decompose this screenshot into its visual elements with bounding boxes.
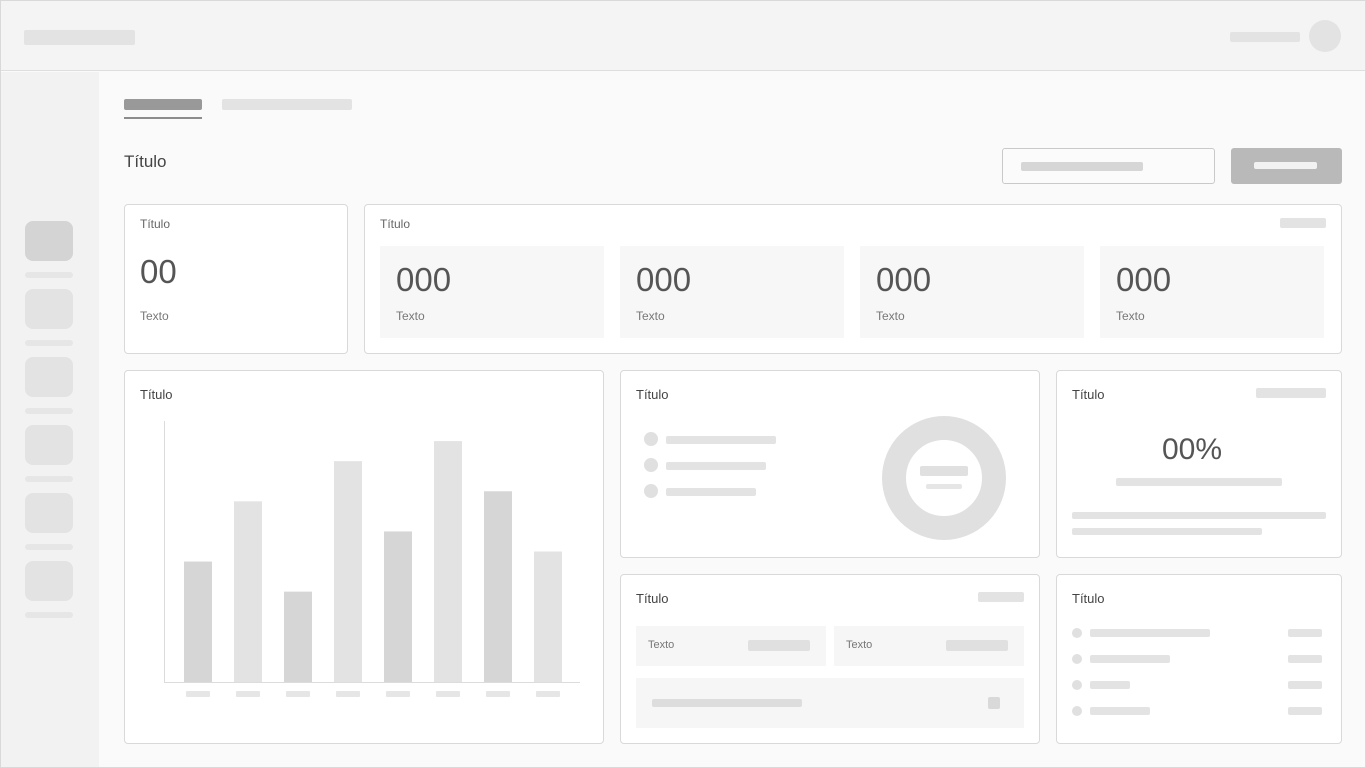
x-tick-label-4: [336, 691, 360, 697]
bar-1[interactable]: [184, 561, 212, 682]
sidebar-item-3-label: [25, 408, 73, 414]
legend-item-1-dot: [644, 432, 658, 446]
stat-tile-3-label: Texto: [876, 309, 905, 323]
search-input[interactable]: [1002, 148, 1215, 184]
x-tick-label-2: [236, 691, 260, 697]
list-item-4-label[interactable]: [1090, 707, 1150, 715]
x-tick-label-8: [536, 691, 560, 697]
search-placeholder: [1021, 162, 1143, 171]
percent-desc-line-1: [1072, 512, 1326, 519]
stat-tile-4-label: Texto: [1116, 309, 1145, 323]
sidebar-item-2-label: [25, 340, 73, 346]
sidebar-item-4-label: [25, 476, 73, 482]
tab-2-label-placeholder: [222, 99, 352, 110]
list-item-3-dot: [1072, 680, 1082, 690]
legend-item-1-label: [666, 436, 776, 444]
bar-2[interactable]: [234, 501, 262, 682]
legend-item-2-label: [666, 462, 766, 470]
avatar[interactable]: [1309, 20, 1341, 52]
list-item-3-label[interactable]: [1090, 681, 1130, 689]
stat-tile-4-value: 000: [1116, 261, 1172, 298]
sidebar-item-6-label: [25, 612, 73, 618]
x-tick-label-5: [386, 691, 410, 697]
detail-row-checkbox-icon[interactable]: [988, 697, 1000, 709]
percent-card-title: Título: [1072, 387, 1105, 402]
detail-field-2-label: Texto: [846, 639, 873, 651]
stat-tile-1-label: Texto: [396, 309, 425, 323]
stats-card-title: Título: [380, 217, 411, 231]
stat-tile-1-value: 000: [396, 261, 452, 298]
summary-card-label: Texto: [140, 309, 169, 323]
donut-center-value-placeholder: [920, 466, 968, 476]
percent-desc-line-2: [1072, 528, 1262, 535]
bar-3[interactable]: [284, 591, 312, 682]
detail-field-1-value-placeholder: [748, 640, 810, 651]
list-item-2-value: [1288, 655, 1322, 663]
summary-card-title: Título: [140, 217, 171, 231]
sidebar-item-2[interactable]: [25, 289, 73, 329]
sidebar-item-6[interactable]: [25, 561, 73, 601]
sidebar-item-4[interactable]: [25, 425, 73, 465]
donut-chart: [882, 416, 1006, 540]
page-title: Título: [124, 152, 167, 171]
x-tick-label-6: [436, 691, 460, 697]
sidebar: [1, 72, 99, 767]
sidebar-item-3[interactable]: [25, 357, 73, 397]
stat-tile-3-value: 000: [876, 261, 932, 298]
bar-8[interactable]: [534, 551, 562, 683]
bar-5[interactable]: [384, 531, 412, 682]
list-item-1-dot: [1072, 628, 1082, 638]
x-tick-label-7: [486, 691, 510, 697]
list-card-title: Título: [1072, 591, 1105, 606]
legend-item-3-label: [666, 488, 756, 496]
list-item-3-value: [1288, 681, 1322, 689]
list-item-4-dot: [1072, 706, 1082, 716]
detail-field-1-label: Texto: [648, 639, 675, 651]
tab-1-label-placeholder: [124, 99, 202, 110]
sidebar-item-1-label: [25, 272, 73, 278]
percent-card-action-placeholder[interactable]: [1256, 388, 1326, 398]
summary-card-value: 00: [140, 253, 177, 290]
stat-tile-2-value: 000: [636, 261, 692, 298]
app-logo-placeholder[interactable]: [24, 30, 135, 45]
stats-card-action-placeholder[interactable]: [1280, 218, 1326, 228]
donut-ring: [882, 416, 1006, 540]
legend-item-3-dot: [644, 484, 658, 498]
bar-6[interactable]: [434, 441, 462, 682]
donut-card-title: Título: [636, 387, 669, 402]
donut-center-label-placeholder: [926, 484, 962, 489]
bar-4[interactable]: [334, 461, 362, 682]
list-item-2-label[interactable]: [1090, 655, 1170, 663]
primary-button[interactable]: [1231, 148, 1342, 184]
x-tick-label-3: [286, 691, 310, 697]
sidebar-item-1[interactable]: [25, 221, 73, 261]
percent-value: 00%: [1161, 433, 1223, 466]
user-name-placeholder: [1230, 32, 1300, 42]
detail-card-action-placeholder[interactable]: [978, 592, 1024, 602]
list-item-4-value: [1288, 707, 1322, 715]
list-item-2-dot: [1072, 654, 1082, 664]
primary-button-label-placeholder: [1254, 162, 1317, 169]
detail-row-text-placeholder: [652, 699, 802, 707]
list-item-1-label[interactable]: [1090, 629, 1210, 637]
top-bar: [1, 1, 1365, 71]
list-item-1-value: [1288, 629, 1322, 637]
bar-chart: [164, 421, 580, 697]
x-tick-label-1: [186, 691, 210, 697]
percent-caption-placeholder: [1116, 478, 1282, 486]
legend-item-2-dot: [644, 458, 658, 472]
detail-field-2-value-placeholder: [946, 640, 1008, 651]
bar-7[interactable]: [484, 491, 512, 682]
tab-1[interactable]: [124, 99, 202, 119]
stat-tile-2-label: Texto: [636, 309, 665, 323]
sidebar-item-5[interactable]: [25, 493, 73, 533]
sidebar-item-5-label: [25, 544, 73, 550]
detail-card-title: Título: [636, 591, 669, 606]
tab-2[interactable]: [222, 99, 352, 119]
